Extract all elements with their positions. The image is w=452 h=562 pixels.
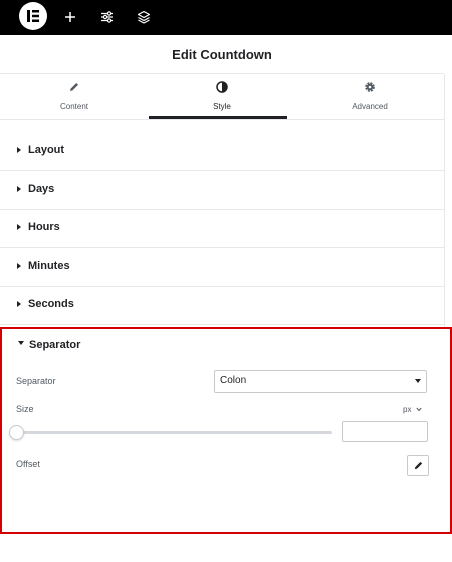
- section-layout[interactable]: Layout: [0, 132, 444, 171]
- chevron-down-icon: [416, 407, 422, 412]
- section-label: Layout: [28, 144, 65, 156]
- offset-field-label: Offset: [16, 459, 40, 469]
- contrast-icon: [148, 81, 296, 97]
- caret-right-icon: [17, 147, 21, 153]
- unit-selector[interactable]: px: [403, 405, 422, 414]
- panel-header: Edit Countdown: [0, 35, 444, 74]
- unit-label: px: [403, 405, 412, 414]
- top-toolbar: [0, 0, 452, 35]
- section-separator: Separator Separator Colon Size px Offset: [0, 327, 452, 534]
- tab-content[interactable]: Content: [0, 74, 148, 119]
- separator-section-header[interactable]: Separator: [2, 329, 450, 361]
- caret-right-icon: [17, 263, 21, 269]
- plus-icon[interactable]: [61, 8, 79, 26]
- sliders-icon[interactable]: [98, 8, 116, 26]
- section-minutes[interactable]: Minutes: [0, 248, 444, 287]
- tab-bar: Content Style Advanced: [0, 74, 444, 120]
- caret-right-icon: [17, 224, 21, 230]
- caret-right-icon: [17, 186, 21, 192]
- layers-icon[interactable]: [135, 8, 153, 26]
- caret-down-icon: [18, 341, 24, 345]
- section-label: Separator: [29, 339, 81, 351]
- section-hours[interactable]: Hours: [0, 209, 444, 248]
- page-title: Edit Countdown: [172, 46, 272, 62]
- caret-right-icon: [17, 301, 21, 307]
- section-label: Seconds: [28, 298, 74, 310]
- section-label: Hours: [28, 221, 60, 233]
- section-label: Days: [28, 183, 55, 195]
- elementor-logo-icon[interactable]: [19, 2, 47, 30]
- chevron-down-icon: [415, 379, 421, 383]
- section-label: Minutes: [28, 260, 70, 272]
- gear-icon: [296, 81, 444, 97]
- pencil-icon: [0, 81, 148, 97]
- tab-advanced-label: Advanced: [352, 102, 388, 111]
- separator-select-value: Colon: [220, 375, 247, 386]
- tab-advanced[interactable]: Advanced: [296, 74, 444, 119]
- tab-style[interactable]: Style: [148, 74, 296, 119]
- separator-select[interactable]: Colon: [214, 370, 427, 393]
- size-slider[interactable]: [14, 431, 332, 434]
- section-days[interactable]: Days: [0, 171, 444, 210]
- panel-divider: [444, 74, 445, 328]
- size-field-label: Size: [16, 404, 34, 414]
- size-input[interactable]: [342, 421, 428, 442]
- size-slider-handle[interactable]: [9, 425, 24, 440]
- section-seconds[interactable]: Seconds: [0, 286, 444, 325]
- pencil-icon: [414, 461, 422, 470]
- active-tab-indicator: [149, 116, 287, 119]
- tab-style-label: Style: [213, 102, 231, 111]
- tab-content-label: Content: [59, 102, 89, 111]
- offset-edit-button[interactable]: [407, 455, 429, 476]
- separator-field-label: Separator: [16, 376, 56, 386]
